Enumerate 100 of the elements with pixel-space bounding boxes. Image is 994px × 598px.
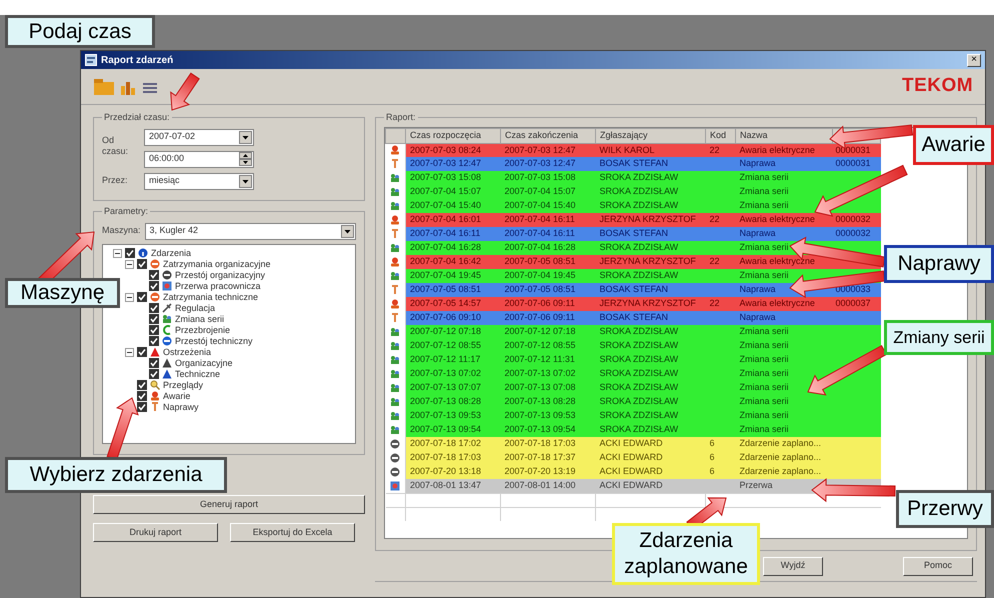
tree-item-label[interactable]: Zmiana serii (175, 314, 224, 324)
button[interactable]: Drukuj raport (93, 523, 218, 542)
spin-buttons[interactable] (239, 152, 252, 166)
callout: Zdarzenia zaplanowane (612, 523, 760, 585)
table-cell: 2007-07-18 17:03 (406, 451, 500, 465)
checkbox[interactable] (137, 391, 147, 401)
checkbox[interactable] (149, 325, 159, 335)
stop-icon (390, 453, 400, 463)
tool-icon (150, 402, 160, 412)
tree-item-label[interactable]: Zatrzymania techniczne (163, 292, 258, 302)
column-header[interactable]: Kod (706, 128, 736, 143)
people-icon (390, 411, 400, 421)
checkbox[interactable] (149, 270, 159, 280)
tree-item-label[interactable]: Ostrzeżenia (163, 346, 212, 358)
table-cell: 2007-07-18 17:03 (500, 437, 596, 451)
button[interactable]: Wyjdź (763, 556, 823, 576)
checkbox[interactable] (149, 281, 159, 291)
stop-icon (162, 270, 172, 280)
table-cell: 2007-08-01 13:47 (406, 479, 500, 493)
table-cell: 2007-07-20 13:18 (406, 465, 500, 479)
people-icon (390, 425, 400, 435)
magnifier-icon (150, 380, 160, 390)
column-header[interactable]: Nazwa (736, 128, 832, 143)
date-dropdown[interactable]: 2007-07-02 (144, 128, 254, 146)
collapse-icon[interactable] (125, 292, 134, 302)
tree-item-label[interactable]: Zdarzenia (151, 248, 192, 258)
collapse-icon[interactable] (113, 248, 122, 258)
logo: TEKOM (902, 74, 973, 98)
callout: Podaj czas (5, 15, 155, 48)
people-icon (390, 355, 400, 365)
tree-item-label[interactable]: Regulacja (175, 302, 216, 314)
people-icon (390, 201, 400, 211)
machine-dropdown[interactable]: 3, Kugler 42 (144, 222, 356, 240)
table-cell: 2007-07-20 13:19 (500, 465, 596, 479)
time-field[interactable]: 06:00:00 (144, 150, 254, 168)
table-cell: 2007-07-04 19:45 (500, 269, 596, 283)
table-cell: Zmiana serii (736, 199, 832, 213)
table-cell: 2007-07-04 15:40 (406, 199, 500, 213)
column-header[interactable]: Zgłaszający (596, 128, 706, 143)
table-cell: Zmiana serii (736, 269, 832, 283)
tree-item-label[interactable]: Naprawy (163, 402, 199, 412)
tree-item-label[interactable]: Przestój organizacyjny (175, 270, 266, 280)
checkbox[interactable] (149, 303, 159, 313)
collapse-icon[interactable] (125, 348, 134, 356)
wrench-icon (162, 303, 172, 313)
arrow (170, 72, 200, 111)
checkbox[interactable] (149, 369, 159, 379)
checkbox[interactable] (149, 314, 159, 324)
stop-icon (390, 439, 400, 449)
table-cell: 2007-07-04 15:07 (406, 185, 500, 199)
checkbox[interactable] (137, 402, 147, 412)
dropdown-button[interactable] (239, 130, 252, 144)
table-cell: 2007-07-03 15:08 (406, 171, 500, 185)
tree-item-label[interactable]: Organizacyjne (175, 358, 233, 368)
table-cell: 2007-07-13 07:07 (406, 381, 500, 395)
table-cell: Naprawa (736, 227, 832, 241)
table-row[interactable]: 2007-08-01 13:47 2007-08-01 14:00 ACKI EDWARD Przerwa (386, 479, 880, 493)
table-row[interactable]: 2007-07-03 08:24 2007-07-03 12:47 WILK KAROL 22 Awaria elektryczne 0000031 (386, 143, 880, 157)
table-cell: 2007-07-05 08:51 (500, 283, 596, 297)
button[interactable]: Generuj raport (93, 495, 365, 514)
table-cell: Zmiana serii (736, 339, 832, 353)
table-cell: 2007-07-05 08:51 (406, 283, 500, 297)
button[interactable]: Eksportuj do Excela (230, 523, 355, 542)
table-cell: 2007-07-13 07:02 (406, 367, 500, 381)
tool-icon (390, 159, 400, 169)
tool-icon (390, 229, 400, 239)
checkbox[interactable] (125, 248, 135, 258)
table-cell: BOSAK STEFAN (596, 311, 706, 325)
table-cell: JERZYNA KRZYSZTOF (596, 255, 706, 269)
period-dropdown[interactable]: miesiąc (144, 172, 254, 190)
button[interactable]: Pomoc (903, 556, 973, 576)
checkbox[interactable] (137, 347, 147, 357)
table-cell: 22 (706, 255, 736, 269)
tree-item-label[interactable]: Awarie (163, 390, 190, 402)
close-button[interactable]: × (967, 54, 981, 66)
dropdown-button[interactable] (239, 174, 252, 188)
tree-item-label[interactable]: Zatrzymania organizacyjne (163, 258, 271, 270)
tree-item-label[interactable]: Przerwa pracownicza (175, 280, 261, 292)
checkbox[interactable] (137, 292, 147, 302)
dropdown-button[interactable] (341, 224, 354, 238)
table-cell: 2007-07-04 15:40 (500, 199, 596, 213)
table-cell: 2007-07-04 16:11 (406, 227, 500, 241)
tree-item-label[interactable]: Techniczne (175, 368, 220, 380)
checkbox[interactable] (149, 358, 159, 368)
collapse-icon[interactable] (125, 260, 134, 268)
table-cell: JERZYNA KRZYSZTOF (596, 297, 706, 311)
tree-item-label[interactable]: Przeglądy (163, 380, 204, 390)
table-cell: Zmiana serii (736, 395, 832, 409)
tree-item-label[interactable]: Przezbrojenie (175, 324, 230, 336)
checkbox[interactable] (149, 336, 159, 346)
column-header[interactable]: Czas zakończenia (500, 128, 596, 143)
table-cell: 2007-07-04 16:01 (406, 213, 500, 227)
table-cell: 2007-07-04 16:11 (500, 227, 596, 241)
tree-item-label[interactable]: Przestój techniczny (175, 336, 253, 346)
table-cell: Zmiana serii (736, 325, 832, 339)
column-header[interactable]: Czas rozpoczęcia (406, 128, 500, 143)
checkbox[interactable] (137, 259, 147, 269)
checkbox[interactable] (137, 380, 147, 390)
table-cell: Awaria elektryczne (736, 143, 832, 157)
table-cell: Naprawa (736, 283, 832, 297)
